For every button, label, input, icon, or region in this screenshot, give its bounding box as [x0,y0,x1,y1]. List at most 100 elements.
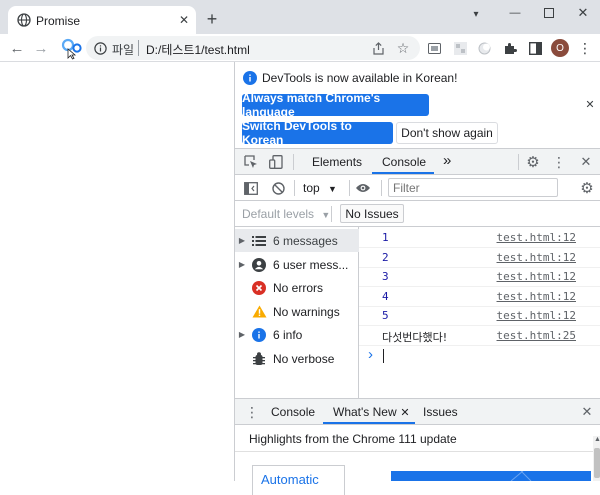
bookmark-star-icon[interactable]: ☆ [394,39,412,57]
expand-arrow-icon: ▶ [238,236,246,245]
whats-new-header: Highlights from the Chrome 111 update [235,425,600,452]
drawer-tab-issues[interactable]: Issues [423,405,458,419]
close-icon[interactable]: ✕ [583,97,597,111]
console-settings-gear-icon[interactable]: ⚙ [578,179,596,197]
tab-title: Promise [36,14,81,28]
error-icon [249,280,269,295]
log-value: 3 [382,270,389,283]
globe-icon [17,13,31,27]
log-source-link[interactable]: test.html:12 [497,231,576,244]
automatic-card-label: Automatic [261,472,319,487]
profile-initial: O [556,42,564,54]
inspect-element-icon[interactable] [243,154,259,170]
filter-input[interactable] [388,178,558,197]
clear-console-icon[interactable] [270,180,286,196]
console-log-row: 1 test.html:12 [359,228,600,248]
log-source-link[interactable]: test.html:12 [497,270,576,283]
sidebar-item-messages[interactable]: ▶ 6 messages [235,229,359,252]
always-match-language-button[interactable]: Always match Chrome's language [242,91,429,119]
drawer-tab-console[interactable]: Console [271,405,315,419]
address-bar[interactable]: 파일 D:/테스트1/test.html ☆ [86,36,420,60]
context-selector[interactable]: top ▼ [303,181,337,195]
chevron-down-icon[interactable]: ▾ [466,6,486,22]
issues-button[interactable]: No Issues [340,204,404,223]
log-source-link[interactable]: test.html:25 [497,329,576,342]
log-value: 4 [382,290,389,303]
eye-icon[interactable] [354,180,372,196]
info-icon[interactable] [92,40,108,56]
side-panel-icon[interactable] [527,40,543,56]
maximize-button[interactable] [534,4,564,22]
close-tab-icon[interactable]: ✕ [176,12,192,28]
tab-elements[interactable]: Elements [312,155,362,169]
drawer-menu-kebab-icon[interactable]: ⋮ [245,404,259,420]
log-source-link[interactable]: test.html:12 [497,309,576,322]
menu-kebab-icon[interactable]: ⋮ [578,39,592,57]
sidebar-item-label: 6 info [273,327,303,342]
devtools-tab-bar: Elements Console » ⚙ ⋮ ✕ [235,148,600,175]
active-tab-indicator [323,422,415,424]
extension-cast-icon[interactable] [426,40,442,56]
browser-tab[interactable]: Promise ✕ [8,6,196,34]
log-value: 5 [382,309,389,322]
extensions-puzzle-icon[interactable] [502,40,518,56]
console-log-row: 2 test.html:12 [359,248,600,268]
dont-show-again-button[interactable]: Don't show again [396,122,498,144]
close-drawer-icon[interactable]: ✕ [579,404,595,420]
share-icon[interactable] [370,40,386,56]
sidebar-item-label: No verbose [273,351,335,366]
scroll-up-arrow-icon[interactable]: ▲ [594,436,600,443]
close-window-button[interactable]: ✕ [568,4,598,22]
sidebar-item-info[interactable]: ▶ 6 info [235,323,359,346]
device-toolbar-icon[interactable] [268,154,284,170]
back-arrow-icon[interactable]: ← [8,39,26,57]
scrollbar-thumb[interactable] [594,448,600,478]
profile-avatar[interactable]: O [551,39,569,57]
list-icon [249,235,269,246]
console-log-row: 4 test.html:12 [359,287,600,307]
sidebar-item-errors[interactable]: No errors [235,276,359,299]
info-icon [249,327,269,342]
text-cursor [383,349,384,363]
log-value: 1 [382,231,389,244]
extension-grid-icon[interactable] [452,40,468,56]
log-levels-dropdown[interactable]: Default levels ▼ [242,207,330,221]
sidebar-item-warnings[interactable]: No warnings [235,300,359,323]
console-log-row: 5 test.html:12 [359,306,600,326]
drawer-tab-whats-new[interactable]: What's New [333,405,397,419]
close-devtools-icon[interactable]: ✕ [578,154,594,170]
menu-kebab-icon[interactable]: ⋮ [552,153,566,171]
whats-new-scrollbar[interactable]: ▲ [593,436,600,481]
warning-icon [249,305,269,318]
reload-loading-icon[interactable] [60,36,84,60]
switch-devtools-korean-button[interactable]: Switch DevTools to Korean [242,119,393,147]
forward-arrow-icon[interactable]: → [32,39,50,57]
expand-arrow-icon: ▶ [238,330,246,339]
sidebar-item-user-messages[interactable]: ▶ 6 user mess... [235,253,359,276]
url-text[interactable]: D:/테스트1/test.html [146,41,250,58]
prompt-chevron-icon: › [368,346,373,363]
tab-separator [293,154,294,170]
chevron-down-icon: ▼ [328,184,337,194]
gear-icon[interactable]: ⚙ [524,153,542,171]
log-source-link[interactable]: test.html:12 [497,290,576,303]
sidebar-item-verbose[interactable]: No verbose [235,347,359,370]
extension-moon-icon[interactable] [476,40,492,56]
sidebar-toggle-icon[interactable] [243,180,259,196]
sidebar-item-label: No errors [273,280,324,295]
close-tab-icon[interactable]: ✕ [399,405,411,419]
levels-bar: Default levels ▼ No Issues [235,201,600,227]
minimize-button[interactable]: — [500,4,530,22]
url-separator [138,40,139,56]
log-source-link[interactable]: test.html:12 [497,251,576,264]
automatic-card[interactable]: Automatic [252,465,345,495]
more-tabs-button[interactable]: » [443,152,451,169]
drawer-tab-bar: ⋮ Console What's New ✕ Issues ✕ [235,398,600,425]
tab-console[interactable]: Console [382,155,426,169]
chevron-down-icon: ▼ [321,210,331,220]
tab-strip: Promise ✕ + ▾ — ✕ [0,0,600,34]
console-prompt[interactable]: › [359,346,600,368]
new-tab-button[interactable]: + [202,9,222,29]
tab-separator [518,154,519,170]
devtools-panel: DevTools is now available in Korean! Alw… [234,62,600,495]
